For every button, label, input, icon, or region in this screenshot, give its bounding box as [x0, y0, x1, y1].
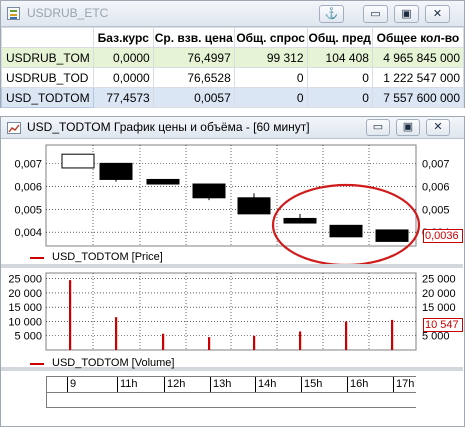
volume-y-tick-label-left: 25 000 — [8, 274, 42, 286]
volume-bar — [115, 317, 118, 350]
price-legend-label: USD_TODTOM [Price] — [52, 251, 163, 263]
time-axis-tick — [347, 377, 348, 392]
price-legend-swatch — [30, 257, 44, 259]
volume-legend-swatch — [30, 363, 44, 365]
time-axis-label: 9 — [70, 378, 77, 390]
price-y-tick-label-left: 0,004 — [14, 227, 42, 239]
time-axis-tick — [255, 377, 256, 392]
volume-y-tick-label-left: 20 000 — [8, 288, 42, 300]
volume-y-tick-label-right: 20 000 — [422, 288, 456, 300]
candle-body — [99, 162, 133, 180]
candle-body — [375, 229, 409, 242]
volume-y-tick-label-right: 25 000 — [422, 274, 456, 286]
volume-legend: USD_TODTOM [Volume] — [0, 356, 200, 372]
volume-y-tick-label-right: 5 000 — [422, 331, 450, 343]
price-y-tick-label-right: 0,007 — [422, 158, 450, 170]
time-axis-label: 13h — [213, 378, 232, 390]
volume-y-tick-label-left: 5 000 — [14, 331, 42, 343]
time-axis-tick — [117, 377, 118, 392]
price-y-tick-label-left: 0,006 — [14, 181, 42, 193]
volume-bar — [162, 333, 165, 350]
time-axis-label: 14h — [258, 378, 277, 390]
candle-body — [61, 153, 95, 169]
time-axis-divider — [47, 392, 416, 393]
price-y-tick-label-left: 0,007 — [14, 158, 42, 170]
price-y-tick-label-right: 0,005 — [422, 204, 450, 216]
time-axis-tick — [210, 377, 211, 392]
volume-bar — [391, 319, 394, 350]
price-y-tick-label-right: 0,006 — [422, 181, 450, 193]
volume-bar — [253, 335, 256, 350]
time-axis-label: 16h — [350, 378, 369, 390]
volume-bar — [299, 331, 302, 350]
price-last-value-badge: 0,0036 — [423, 229, 463, 243]
volume-y-tick-label-left: 10 000 — [8, 316, 42, 328]
time-axis-tick — [164, 377, 165, 392]
candle-body — [237, 197, 271, 215]
candle-body — [283, 217, 317, 224]
time-axis-label: 15h — [304, 378, 323, 390]
volume-legend-label: USD_TODTOM [Volume] — [52, 357, 175, 369]
candle-body — [329, 224, 363, 238]
volume-last-value-badge: 10 547 — [423, 318, 463, 332]
volume-y-tick-label-left: 15 000 — [8, 302, 42, 314]
time-axis-tick — [393, 377, 394, 392]
time-axis-label: 11h — [120, 378, 138, 390]
volume-bar — [208, 337, 211, 350]
volume-y-tick-label-right: 15 000 — [422, 302, 456, 314]
candle-body — [146, 178, 180, 185]
time-axis-label: 17h — [396, 378, 415, 390]
price-legend: USD_TODTOM [Price] — [0, 250, 200, 266]
time-axis-tick — [67, 377, 68, 392]
time-axis[interactable]: 9 11h 12h 13h 14h 15h 16h 17h — [46, 376, 416, 408]
time-axis-label: 12h — [167, 378, 186, 390]
price-y-tick-label-left: 0,005 — [14, 204, 42, 216]
volume-plot-area — [45, 272, 417, 351]
candle-body — [192, 183, 226, 199]
volume-bar — [69, 280, 72, 350]
volume-bar — [345, 321, 348, 350]
time-axis-tick — [301, 377, 302, 392]
